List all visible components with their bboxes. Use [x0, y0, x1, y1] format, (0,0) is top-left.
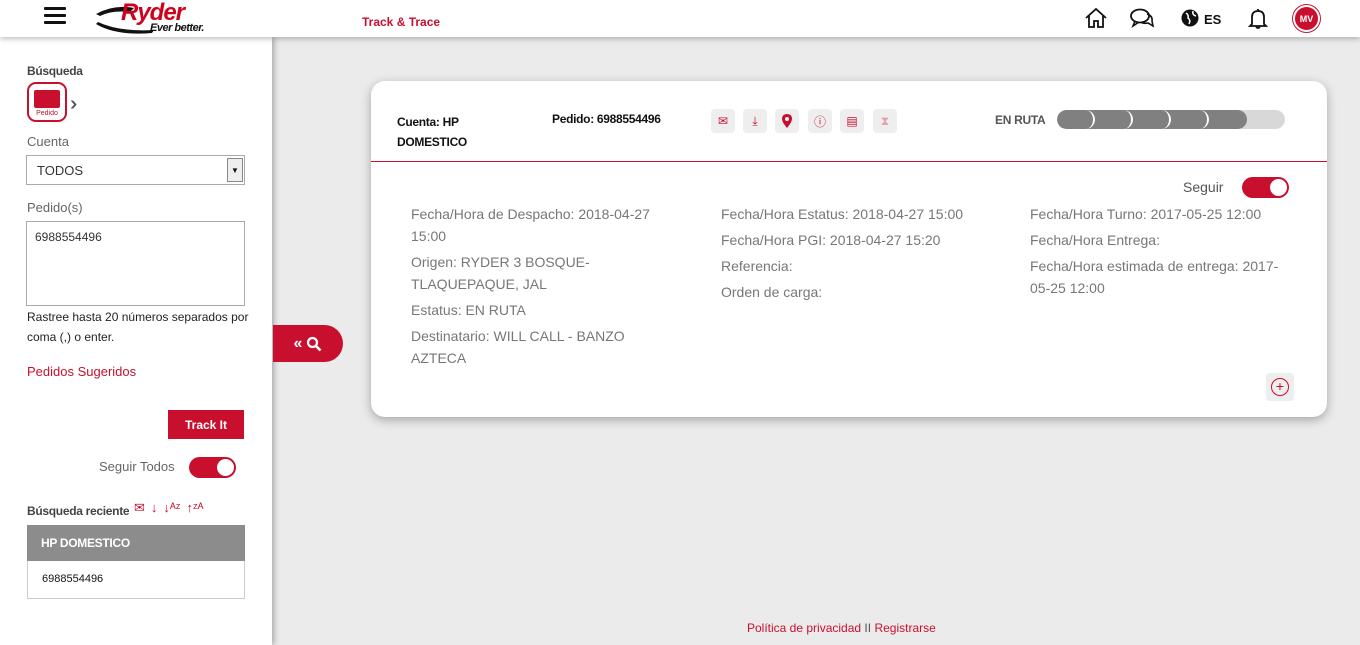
- plus-circle-icon: +: [1271, 378, 1289, 396]
- location-pin-icon[interactable]: [775, 109, 799, 133]
- register-link[interactable]: Registrarse: [874, 621, 935, 635]
- list-item[interactable]: 6988554496: [27, 561, 245, 599]
- download-icon[interactable]: ↓: [151, 500, 158, 515]
- orders-hint: Rastree hasta 20 números separados por c…: [27, 310, 249, 344]
- info-icon[interactable]: ⓘ: [808, 109, 832, 133]
- chat-icon[interactable]: [1129, 6, 1155, 30]
- privacy-link[interactable]: Política de privacidad: [747, 621, 861, 635]
- top-bar: Ryder Ever better. Track & Trace ES MV: [0, 0, 1360, 37]
- collapse-search-button[interactable]: «: [273, 325, 343, 362]
- hourglass-icon[interactable]: ⧗: [873, 109, 897, 133]
- dropdown-arrow-icon[interactable]: ▼: [227, 158, 243, 182]
- status-datetime: Fecha/Hora Estatus: 2018-04-27 15:00: [721, 206, 964, 222]
- details-column-2: Fecha/Hora Estatus: 2018-04-27 15:00 Fec…: [721, 203, 1001, 307]
- order-card: Cuenta: HP DOMESTICO Pedido: 6988554496 …: [371, 81, 1327, 417]
- globe-icon[interactable]: [1178, 6, 1204, 30]
- follow-all-toggle[interactable]: [189, 457, 236, 478]
- account-label: Cuenta: [27, 134, 69, 149]
- footer: Política de privacidad II Registrarse: [747, 621, 936, 635]
- recipient: Destinatario: WILL CALL - BANZO AZTECA: [411, 328, 625, 366]
- email-icon[interactable]: ✉: [134, 500, 145, 515]
- brand-tagline: Ever better.: [150, 22, 204, 34]
- menu-icon[interactable]: [44, 7, 66, 25]
- status: Estatus: EN RUTA: [411, 302, 526, 318]
- suggested-orders-link[interactable]: Pedidos Sugeridos: [27, 364, 136, 379]
- dispatch-datetime: Fecha/Hora de Despacho: 2018-04-27 15:00: [411, 206, 650, 244]
- home-icon[interactable]: [1083, 6, 1109, 30]
- follow-all-label: Seguir Todos: [99, 459, 175, 474]
- search-sidebar: Búsqueda Pedido ›› Cuenta TODOS ▼ Pedido…: [0, 37, 272, 645]
- pgi-datetime: Fecha/Hora PGI: 2018-04-27 15:20: [721, 232, 941, 248]
- recent-group-header[interactable]: HP DOMESTICO: [27, 525, 245, 561]
- avatar[interactable]: MV: [1293, 5, 1320, 32]
- details-column-3: Fecha/Hora Turno: 2017-05-25 12:00 Fecha…: [1030, 203, 1280, 303]
- double-chevron-left-icon: «: [293, 334, 303, 352]
- divider: [371, 161, 1327, 162]
- card-order-number: Pedido: 6988554496: [552, 112, 661, 126]
- orders-label: Pedido(s): [27, 200, 83, 215]
- card-account: Cuenta: HP DOMESTICO: [397, 115, 467, 149]
- language-selector[interactable]: ES: [1204, 12, 1221, 27]
- load-order: Orden de carga:: [721, 284, 823, 300]
- origin: Origen: RYDER 3 BOSQUE-TLAQUEPAQUE, JAL: [411, 254, 590, 292]
- delivery-datetime: Fecha/Hora Entrega:: [1030, 232, 1160, 248]
- sort-az-icon[interactable]: ↓ᴬᶻ: [163, 500, 180, 515]
- search-icon: [307, 336, 322, 351]
- account-select-value: TODOS: [37, 163, 83, 178]
- shift-datetime: Fecha/Hora Turno: 2017-05-25 12:00: [1030, 206, 1262, 222]
- double-chevron-right-icon[interactable]: ››: [70, 93, 79, 116]
- status-progress-bar: [1057, 110, 1285, 129]
- details-column-1: Fecha/Hora de Despacho: 2018-04-27 15:00…: [411, 203, 681, 373]
- status-label: EN RUTA: [995, 113, 1046, 127]
- email-icon[interactable]: ✉: [711, 109, 735, 133]
- account-select[interactable]: TODOS ▼: [26, 155, 245, 185]
- recent-search-label: Búsqueda reciente: [27, 504, 130, 518]
- download-icon[interactable]: ⤓: [743, 109, 767, 133]
- orders-textarea[interactable]: 6988554496: [26, 221, 245, 306]
- bell-icon[interactable]: [1245, 6, 1271, 30]
- footer-separator: II: [864, 621, 872, 635]
- search-label: Búsqueda: [27, 64, 83, 78]
- follow-toggle[interactable]: [1242, 177, 1289, 198]
- app-title[interactable]: Track & Trace: [362, 15, 440, 29]
- pedido-search-button[interactable]: Pedido: [27, 82, 67, 122]
- expand-details-button[interactable]: +: [1266, 373, 1294, 401]
- recent-actions: ✉ ↓ ↓ᴬᶻ ↑ᶻᴬ: [134, 500, 210, 516]
- estimated-delivery: Fecha/Hora estimada de entrega: 2017-05-…: [1030, 258, 1279, 296]
- box-icon: [34, 89, 60, 108]
- track-it-button[interactable]: Track It: [168, 410, 244, 439]
- pedido-button-label: Pedido: [36, 109, 58, 117]
- calendar-check-icon[interactable]: ▤: [840, 109, 864, 133]
- sort-za-icon[interactable]: ↑ᶻᴬ: [186, 500, 203, 515]
- reference: Referencia:: [721, 258, 793, 274]
- follow-label: Seguir: [1183, 179, 1224, 195]
